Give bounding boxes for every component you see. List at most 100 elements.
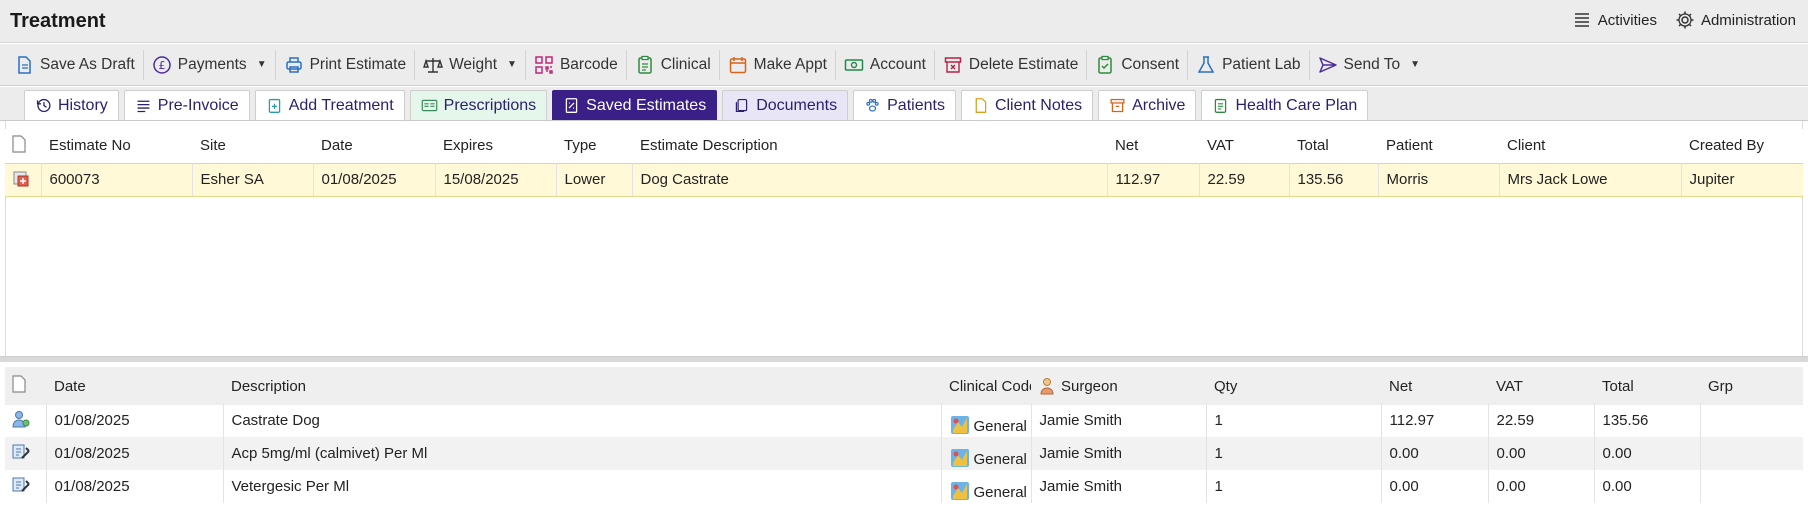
col-qty[interactable]: Qty <box>1206 368 1381 404</box>
estimate-row[interactable]: 600073 Esher SA 01/08/2025 15/08/2025 Lo… <box>5 162 1803 197</box>
col-item-description[interactable]: Description <box>223 368 941 404</box>
table-row[interactable]: 01/08/2025 Castrate Dog General Jamie Sm… <box>5 404 1803 437</box>
clinical-button[interactable]: Clinical <box>627 49 720 80</box>
clinical-code-text: General <box>973 451 1027 468</box>
clipboard-check-icon <box>1098 55 1113 74</box>
tab-patients[interactable]: Patients <box>853 90 956 120</box>
estimate-icon <box>565 98 578 113</box>
tab-health-care-plan[interactable]: Health Care Plan <box>1201 90 1369 120</box>
tab-pre-invoice-label: Pre-Invoice <box>157 96 239 114</box>
tab-history[interactable]: History <box>24 90 119 120</box>
item-total-cell: 0.00 <box>1594 437 1701 470</box>
col-total[interactable]: Total <box>1289 129 1378 163</box>
col-patient[interactable]: Patient <box>1378 129 1499 163</box>
col-created-by[interactable]: Created By <box>1681 129 1803 163</box>
col-surgeon-label: Surgeon <box>1061 377 1118 395</box>
clinical-label: Clinical <box>660 55 711 73</box>
chevron-down-icon[interactable]: ▼ <box>507 59 517 70</box>
col-date[interactable]: Date <box>313 129 435 163</box>
barcode-label: Barcode <box>559 55 618 73</box>
surgeon-icon <box>1040 378 1054 395</box>
prescription-icon <box>421 99 437 112</box>
chevron-down-icon[interactable]: ▼ <box>257 59 267 70</box>
col-item-vat[interactable]: VAT <box>1488 368 1594 404</box>
col-vat[interactable]: VAT <box>1199 129 1289 163</box>
tab-bar: History Pre-Invoice Add Treatment Prescr… <box>0 87 1808 121</box>
qty-cell: 1 <box>1206 437 1382 470</box>
tab-add-treatment[interactable]: Add Treatment <box>254 90 405 120</box>
barcode-button[interactable]: Barcode <box>526 49 627 80</box>
clinical-code-text: General <box>973 484 1027 501</box>
vat-cell: 22.59 <box>1199 162 1290 197</box>
activities-link[interactable]: Activities <box>1572 10 1657 30</box>
col-type[interactable]: Type <box>556 129 632 163</box>
save-as-draft-button[interactable]: Save As Draft <box>6 49 144 80</box>
items-header-row: Date Description Clinical Code Surgeon Q… <box>5 368 1803 404</box>
table-row[interactable]: 01/08/2025 Vetergesic Per Ml General Jam… <box>5 470 1803 503</box>
total-cell: 135.56 <box>1289 162 1379 197</box>
payments-button[interactable]: £ Payments ▼ <box>144 49 276 80</box>
item-total-cell: 135.56 <box>1594 404 1701 437</box>
weight-button[interactable]: Weight ▼ <box>415 49 526 80</box>
table-row[interactable]: 01/08/2025 Acp 5mg/ml (calmivet) Per Ml … <box>5 437 1803 470</box>
tab-client-notes-label: Client Notes <box>994 96 1083 114</box>
tab-prescriptions[interactable]: Prescriptions <box>409 90 548 120</box>
tab-documents-label: Documents <box>756 96 838 114</box>
send-to-label: Send To <box>1343 55 1401 73</box>
item-net-cell: 112.97 <box>1381 404 1489 437</box>
title-bar: Treatment Activities Administration <box>0 0 1808 43</box>
col-client[interactable]: Client <box>1499 129 1681 163</box>
col-clinical-code[interactable]: Clinical Code <box>941 368 1031 404</box>
created-by-cell: Jupiter <box>1681 162 1803 197</box>
make-appt-button[interactable]: Make Appt <box>720 49 836 80</box>
tab-add-treatment-label: Add Treatment <box>288 96 394 114</box>
col-item-date[interactable]: Date <box>46 368 223 404</box>
delete-estimate-button[interactable]: Delete Estimate <box>935 49 1088 80</box>
expires-cell: 15/08/2025 <box>435 162 557 197</box>
consent-button[interactable]: Consent <box>1087 49 1189 80</box>
estimate-row-icon <box>5 162 42 197</box>
svg-text:£: £ <box>158 59 165 72</box>
items-select-all-icon[interactable] <box>5 368 46 404</box>
list-icon <box>137 100 150 113</box>
weight-label: Weight <box>449 55 498 73</box>
col-site[interactable]: Site <box>192 129 313 163</box>
col-item-net[interactable]: Net <box>1381 368 1488 404</box>
account-label: Account <box>869 55 926 73</box>
gear-icon <box>1676 11 1694 29</box>
chevron-down-icon[interactable]: ▼ <box>1410 59 1420 70</box>
col-net[interactable]: Net <box>1107 129 1199 163</box>
tab-saved-estimates[interactable]: Saved Estimates <box>552 90 718 120</box>
administration-label: Administration <box>1700 11 1796 29</box>
col-surgeon[interactable]: Surgeon <box>1031 368 1206 404</box>
print-estimate-button[interactable]: Print Estimate <box>276 49 416 80</box>
activities-icon <box>1574 13 1589 27</box>
consent-label: Consent <box>1121 55 1180 73</box>
col-grp[interactable]: Grp <box>1700 368 1803 404</box>
top-right-links: Activities Administration <box>1572 10 1796 30</box>
patient-cell: Morris <box>1378 162 1500 197</box>
surgeon-cell: Jamie Smith <box>1031 470 1207 503</box>
col-item-total[interactable]: Total <box>1594 368 1700 404</box>
tab-archive[interactable]: Archive <box>1098 90 1197 120</box>
account-button[interactable]: Account <box>836 49 935 80</box>
qr-code-icon <box>535 55 553 74</box>
send-to-button[interactable]: Send To ▼ <box>1310 50 1429 80</box>
patient-lab-button[interactable]: Patient Lab <box>1188 49 1310 80</box>
tab-pre-invoice[interactable]: Pre-Invoice <box>123 90 250 120</box>
send-icon <box>1318 56 1337 73</box>
administration-link[interactable]: Administration <box>1675 10 1796 30</box>
col-estimate-no[interactable]: Estimate No <box>41 129 192 163</box>
tab-documents[interactable]: Documents <box>722 90 849 120</box>
item-date-cell: 01/08/2025 <box>46 404 224 437</box>
archive-icon <box>1110 98 1125 113</box>
col-expires[interactable]: Expires <box>435 129 556 163</box>
item-description-cell: Castrate Dog <box>223 404 942 437</box>
qty-cell: 1 <box>1206 404 1382 437</box>
panel-splitter[interactable] <box>0 356 1808 362</box>
col-estimate-description[interactable]: Estimate Description <box>632 129 1107 163</box>
select-all-icon[interactable] <box>5 129 41 163</box>
tab-client-notes[interactable]: Client Notes <box>960 90 1094 120</box>
scales-icon <box>423 57 444 73</box>
archive-delete-icon <box>944 56 962 73</box>
